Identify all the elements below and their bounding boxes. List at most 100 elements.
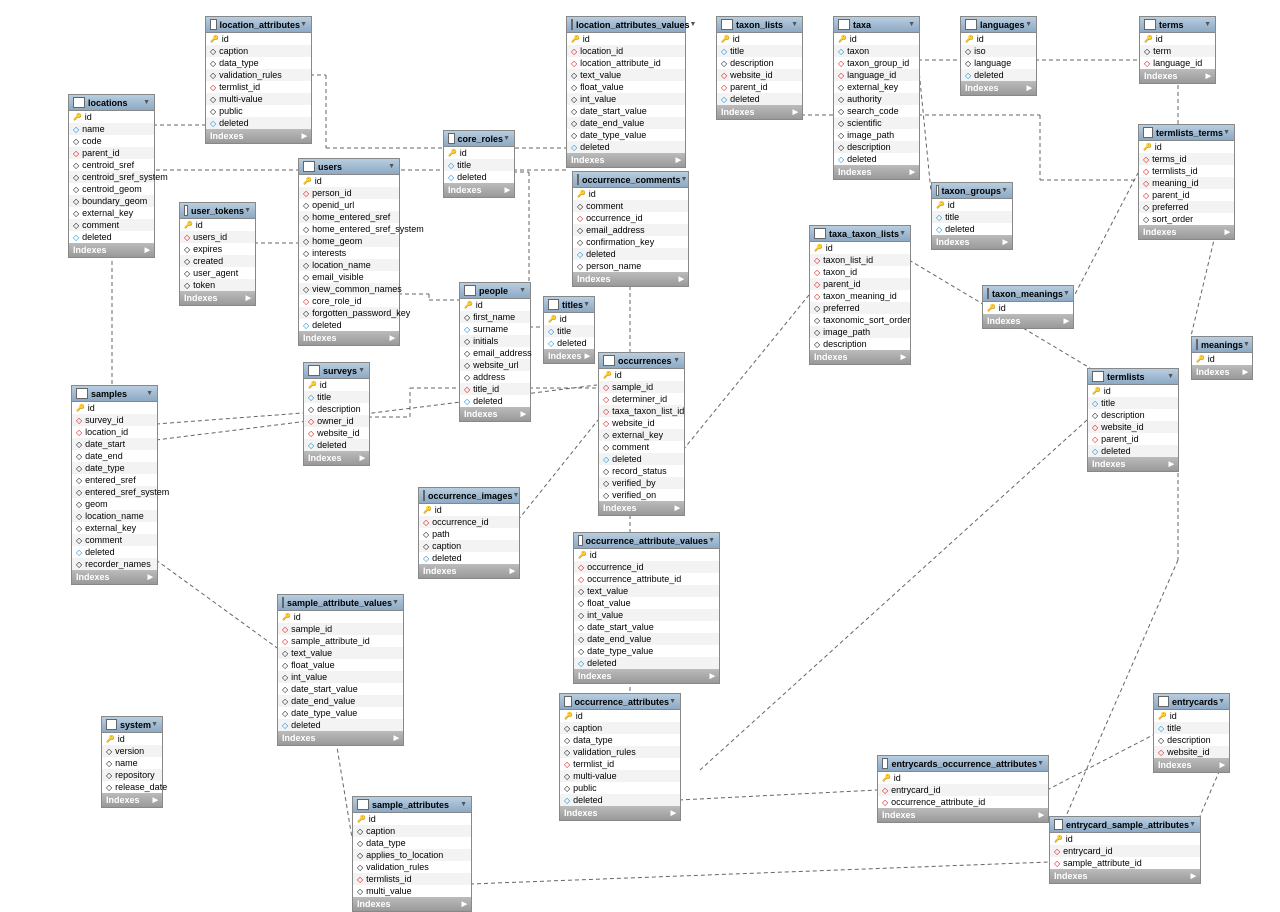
column-view_common_names[interactable]: view_common_names — [299, 283, 399, 295]
column-location_name[interactable]: location_name — [72, 510, 157, 522]
column-external_key[interactable]: external_key — [599, 429, 684, 441]
indexes-section[interactable]: Indexes — [560, 806, 680, 820]
indexes-section[interactable]: Indexes — [299, 331, 399, 345]
entity-header[interactable]: user_tokens — [180, 203, 255, 219]
entity-header[interactable]: core_roles — [444, 131, 514, 147]
entity-taxon_lists[interactable]: taxon_listsidtitledescriptionwebsite_idp… — [716, 16, 803, 120]
column-taxonomic_sort_order[interactable]: taxonomic_sort_order — [810, 314, 910, 326]
column-public[interactable]: public — [206, 105, 311, 117]
column-deleted[interactable]: deleted — [444, 171, 514, 183]
column-preferred[interactable]: preferred — [1139, 201, 1234, 213]
column-id[interactable]: id — [599, 369, 684, 381]
entity-header[interactable]: occurrence_attribute_values — [574, 533, 719, 549]
entity-header[interactable]: surveys — [304, 363, 369, 379]
column-website_url[interactable]: website_url — [460, 359, 530, 371]
entity-header[interactable]: entrycards_occurrence_attributes — [878, 756, 1048, 772]
column-termlist_id[interactable]: termlist_id — [206, 81, 311, 93]
entity-header[interactable]: entrycards — [1154, 694, 1229, 710]
column-multi-value[interactable]: multi-value — [206, 93, 311, 105]
entity-taxon_groups[interactable]: taxon_groupsidtitledeletedIndexes — [931, 182, 1013, 250]
indexes-section[interactable]: Indexes — [353, 897, 471, 911]
column-deleted[interactable]: deleted — [599, 453, 684, 465]
column-occurrence_attribute_id[interactable]: occurrence_attribute_id — [878, 796, 1048, 808]
column-comment[interactable]: comment — [72, 534, 157, 546]
indexes-section[interactable]: Indexes — [278, 731, 403, 745]
column-id[interactable]: id — [299, 175, 399, 187]
entity-header[interactable]: termlists_terms — [1139, 125, 1234, 141]
column-comment[interactable]: comment — [599, 441, 684, 453]
column-id[interactable]: id — [717, 33, 802, 45]
indexes-section[interactable]: Indexes — [544, 349, 594, 363]
indexes-section[interactable]: Indexes — [206, 129, 311, 143]
column-id[interactable]: id — [1088, 385, 1178, 397]
column-deleted[interactable]: deleted — [299, 319, 399, 331]
entity-header[interactable]: taxon_lists — [717, 17, 802, 33]
column-taxa_taxon_list_id[interactable]: taxa_taxon_list_id — [599, 405, 684, 417]
column-website_id[interactable]: website_id — [717, 69, 802, 81]
entity-taxa[interactable]: taxaidtaxontaxon_group_idlanguage_idexte… — [833, 16, 920, 180]
column-id[interactable]: id — [1154, 710, 1229, 722]
column-external_key[interactable]: external_key — [69, 207, 154, 219]
column-deleted[interactable]: deleted — [206, 117, 311, 129]
indexes-section[interactable]: Indexes — [1154, 758, 1229, 772]
entity-users[interactable]: usersidperson_idopenid_urlhome_entered_s… — [298, 158, 400, 346]
indexes-section[interactable]: Indexes — [1088, 457, 1178, 471]
column-occurrence_id[interactable]: occurrence_id — [574, 561, 719, 573]
column-id[interactable]: id — [1192, 353, 1252, 365]
column-language[interactable]: language — [961, 57, 1036, 69]
indexes-section[interactable]: Indexes — [878, 808, 1048, 822]
column-terms_id[interactable]: terms_id — [1139, 153, 1234, 165]
entity-system[interactable]: systemidversionnamerepositoryrelease_dat… — [101, 716, 163, 808]
column-id[interactable]: id — [544, 313, 594, 325]
entity-header[interactable]: entrycard_sample_attributes — [1050, 817, 1200, 833]
column-data_type[interactable]: data_type — [560, 734, 680, 746]
column-id[interactable]: id — [983, 302, 1073, 314]
column-description[interactable]: description — [810, 338, 910, 350]
column-scientific[interactable]: scientific — [834, 117, 919, 129]
entity-termlists_terms[interactable]: termlists_termsidterms_idtermlists_idmea… — [1138, 124, 1235, 240]
indexes-section[interactable]: Indexes — [599, 501, 684, 515]
indexes-section[interactable]: Indexes — [1140, 69, 1215, 83]
entity-taxa_taxon_lists[interactable]: taxa_taxon_listsidtaxon_list_idtaxon_idp… — [809, 225, 911, 365]
entity-header[interactable]: locations — [69, 95, 154, 111]
entity-location_attributes_values[interactable]: location_attributes_valuesidlocation_idl… — [566, 16, 686, 168]
column-survey_id[interactable]: survey_id — [72, 414, 157, 426]
column-release_date[interactable]: release_date — [102, 781, 162, 793]
column-name[interactable]: name — [69, 123, 154, 135]
entity-people[interactable]: peopleidfirst_namesurnameinitialsemail_a… — [459, 282, 531, 422]
column-termlist_id[interactable]: termlist_id — [560, 758, 680, 770]
column-validation_rules[interactable]: validation_rules — [560, 746, 680, 758]
column-deleted[interactable]: deleted — [567, 141, 685, 153]
indexes-section[interactable]: Indexes — [961, 81, 1036, 95]
column-int_value[interactable]: int_value — [574, 609, 719, 621]
column-deleted[interactable]: deleted — [573, 248, 688, 260]
column-entered_sref[interactable]: entered_sref — [72, 474, 157, 486]
column-comment[interactable]: comment — [69, 219, 154, 231]
column-parent_id[interactable]: parent_id — [1088, 433, 1178, 445]
column-deleted[interactable]: deleted — [460, 395, 530, 407]
indexes-section[interactable]: Indexes — [983, 314, 1073, 328]
entity-header[interactable]: occurrence_attributes — [560, 694, 680, 710]
column-image_path[interactable]: image_path — [834, 129, 919, 141]
column-determiner_id[interactable]: determiner_id — [599, 393, 684, 405]
column-address[interactable]: address — [460, 371, 530, 383]
column-language_id[interactable]: language_id — [1140, 57, 1215, 69]
column-sample_id[interactable]: sample_id — [599, 381, 684, 393]
column-date_type[interactable]: date_type — [72, 462, 157, 474]
column-language_id[interactable]: language_id — [834, 69, 919, 81]
column-date_end_value[interactable]: date_end_value — [567, 117, 685, 129]
column-recorder_names[interactable]: recorder_names — [72, 558, 157, 570]
column-id[interactable]: id — [810, 242, 910, 254]
column-date_start[interactable]: date_start — [72, 438, 157, 450]
column-comment[interactable]: comment — [573, 200, 688, 212]
entity-occurrence_comments[interactable]: occurrence_commentsidcommentoccurrence_i… — [572, 171, 689, 287]
entity-header[interactable]: location_attributes — [206, 17, 311, 33]
column-verified_by[interactable]: verified_by — [599, 477, 684, 489]
indexes-section[interactable]: Indexes — [717, 105, 802, 119]
column-expires[interactable]: expires — [180, 243, 255, 255]
column-id[interactable]: id — [460, 299, 530, 311]
column-user_agent[interactable]: user_agent — [180, 267, 255, 279]
column-id[interactable]: id — [206, 33, 311, 45]
column-date_start_value[interactable]: date_start_value — [567, 105, 685, 117]
entity-taxon_meanings[interactable]: taxon_meaningsidIndexes — [982, 285, 1074, 329]
